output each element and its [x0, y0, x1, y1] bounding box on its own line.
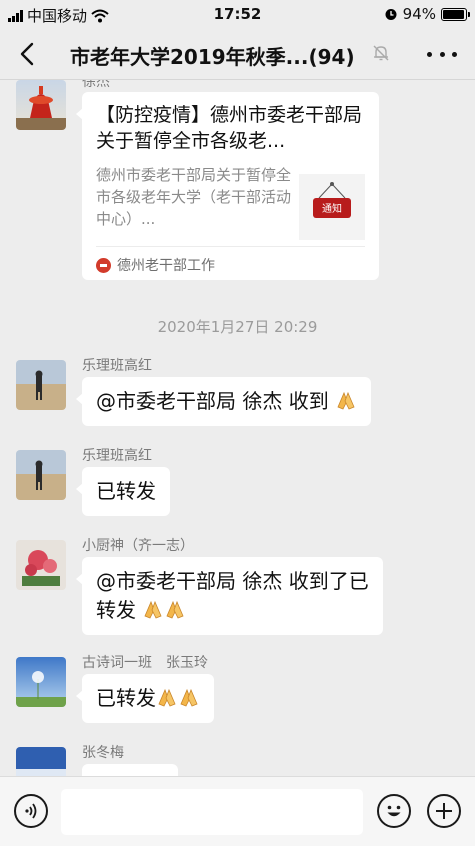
message-text: @市委老干部局 徐杰 收到 [96, 389, 329, 413]
praying-hands-icon [166, 600, 184, 619]
message-input[interactable] [61, 789, 363, 835]
avatar[interactable] [16, 540, 66, 590]
sender-name: 张冬梅 [82, 745, 124, 761]
sender-name: 徐杰 [82, 80, 110, 90]
praying-hands-icon [158, 688, 176, 707]
status-right: 94% [384, 5, 470, 23]
status-bar: 中国移动 17:52 94% [0, 0, 475, 28]
emoji-icon[interactable] [377, 794, 411, 828]
chat-area[interactable]: 徐杰 【防控疫情】德州市委老干部局关于暂停全市各级老... 德州市委老干部局关于… [0, 80, 475, 776]
avatar-dandelion-image [16, 657, 66, 707]
avatar[interactable] [16, 450, 66, 500]
sender-name: 古诗词一班 张玉玲 [82, 655, 208, 671]
timestamp: 2020年1月27日 20:29 [157, 318, 318, 336]
plus-icon[interactable] [427, 794, 461, 828]
avatar-beach-image [16, 360, 66, 410]
sender-name: 乐理班高红 [82, 448, 152, 464]
battery-percent: 94% [402, 5, 436, 23]
praying-hands-icon [180, 688, 198, 707]
avatar[interactable] [16, 657, 66, 707]
avatar[interactable] [16, 80, 66, 130]
message-bubble[interactable]: 已转发 [76, 467, 170, 516]
message-text-line2-wrap: 转发 [96, 596, 369, 625]
avatar[interactable] [16, 747, 66, 776]
avatar-sky-image [16, 747, 66, 776]
card-thumbnail: 通知 [299, 174, 365, 240]
member-count: (94) [308, 45, 355, 69]
alarm-icon [385, 9, 397, 20]
avatar-flower-image [16, 540, 66, 590]
message-bubble[interactable]: 已转发 [76, 674, 214, 723]
message-bubble[interactable]: @市委老干部局 徐杰 收到 [75, 377, 372, 426]
message-text: 已转发 [96, 479, 156, 503]
chat-title[interactable]: 市老年大学2019年秋季...(94) [70, 41, 370, 70]
avatar[interactable] [16, 360, 66, 410]
message-bubble[interactable] [82, 764, 178, 776]
nav-bar: 市老年大学2019年秋季...(94) [0, 28, 475, 80]
message-text: 已转发 [96, 686, 156, 710]
voice-icon[interactable] [14, 794, 48, 828]
card-description: 德州市委老干部局关于暂停全市各级老年大学（老干部活动中心）... [96, 166, 292, 228]
source-logo-icon [96, 257, 111, 273]
sender-name: 乐理班高红 [82, 358, 152, 374]
article-card[interactable]: 【防控疫情】德州市委老干部局关于暂停全市各级老... 德州市委老干部局关于暂停全… [76, 92, 379, 280]
more-icon[interactable] [427, 42, 457, 66]
avatar-monument-image [16, 80, 66, 130]
battery-icon [441, 7, 470, 21]
back-icon[interactable] [14, 40, 44, 68]
card-title: 【防控疫情】德州市委老干部局关于暂停全市各级老... [96, 104, 363, 152]
praying-hands-icon [144, 600, 162, 619]
thumb-text: 通知 [322, 202, 342, 215]
message-text-line2: 转发 [96, 598, 136, 622]
sender-name: 小厨神（齐一志） [82, 538, 194, 554]
praying-hands-icon [337, 391, 355, 410]
mute-bell-icon [373, 45, 389, 61]
message-bubble[interactable]: @市委老干部局 徐杰 收到了已 转发 [76, 557, 383, 635]
avatar-beach-image [16, 450, 66, 500]
message-text-line1: @市委老干部局 徐杰 收到了已 [96, 569, 369, 593]
card-source-name: 德州老干部工作 [117, 258, 215, 274]
input-bar [0, 776, 475, 846]
card-source: 德州老干部工作 [96, 246, 365, 275]
battery-fill [443, 9, 464, 19]
chat-title-text: 市老年大学2019年秋季... [70, 45, 309, 69]
